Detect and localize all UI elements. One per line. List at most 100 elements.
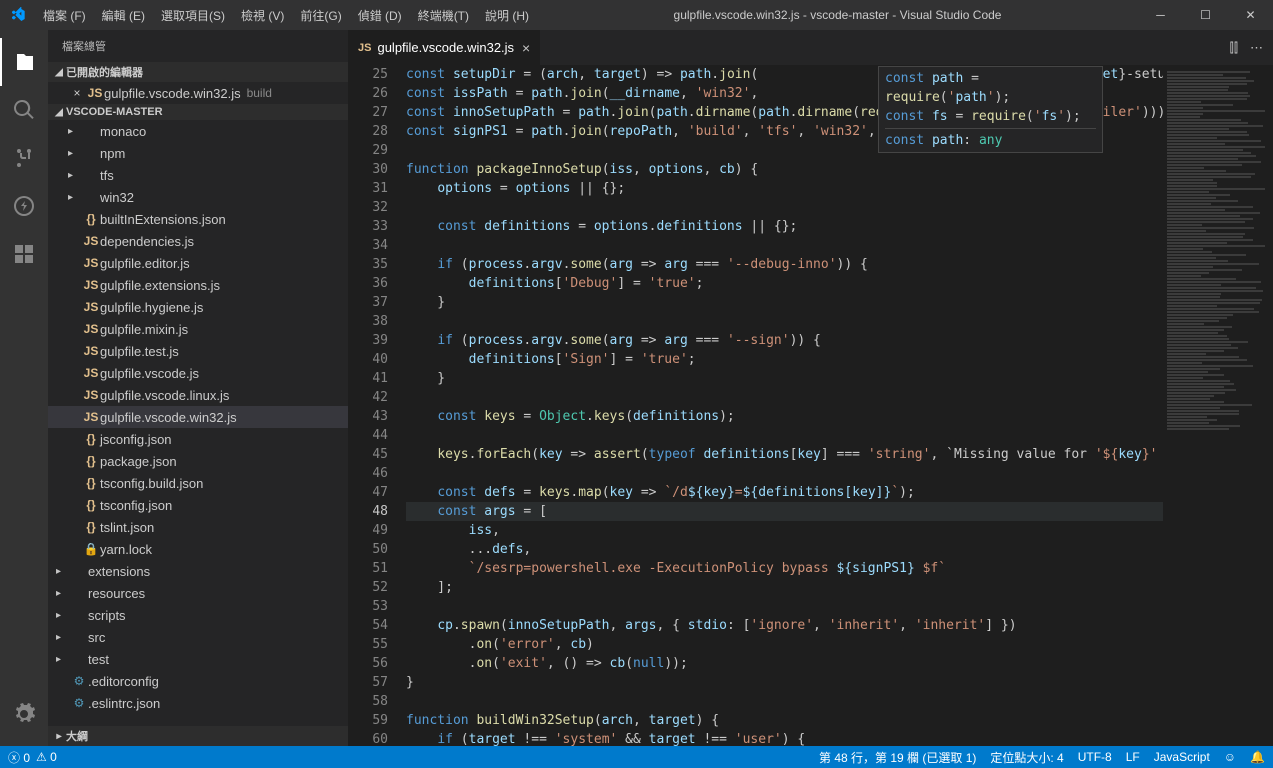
status-bar: ⓧ 0 ⚠ 0 第 48 行，第 19 欄 (已選取 1) 定位點大小: 4 U… [0, 746, 1273, 768]
menu-item[interactable]: 說明 (H) [477, 7, 537, 24]
config-file-icon: ⚙ [70, 674, 88, 688]
extensions-icon[interactable] [0, 230, 48, 278]
tree-item-label: gulpfile.test.js [100, 344, 179, 359]
tree-item[interactable]: ⚙.editorconfig [48, 670, 348, 692]
line-numbers: 2526272829303132333435363738394041424344… [348, 65, 402, 746]
tree-item[interactable]: JSgulpfile.extensions.js [48, 274, 348, 296]
tree-item-label: package.json [100, 454, 177, 469]
menu-bar: 檔案 (F)編輯 (E)選取項目(S)檢視 (V)前往(G)偵錯 (D)終端機(… [35, 7, 537, 24]
minimap[interactable] [1163, 65, 1273, 746]
explorer-icon[interactable] [0, 38, 48, 86]
tab-close-icon[interactable]: × [522, 40, 530, 56]
json-file-icon: {} [82, 454, 100, 468]
more-actions-icon[interactable]: ⋯ [1250, 40, 1263, 56]
menu-item[interactable]: 前往(G) [292, 7, 349, 24]
tree-item-label: gulpfile.editor.js [100, 256, 190, 271]
tree-item[interactable]: JSgulpfile.vscode.win32.js [48, 406, 348, 428]
menu-item[interactable]: 終端機(T) [410, 7, 477, 24]
tree-item-label: yarn.lock [100, 542, 152, 557]
encoding[interactable]: UTF-8 [1078, 750, 1112, 764]
tree-item-label: builtInExtensions.json [100, 212, 226, 227]
tree-item[interactable]: {}tsconfig.json [48, 494, 348, 516]
js-file-icon: JS [82, 388, 100, 402]
language-mode[interactable]: JavaScript [1154, 750, 1210, 764]
source-control-icon[interactable] [0, 134, 48, 182]
workspace-header[interactable]: ◢VSCODE-MASTER [48, 104, 348, 120]
window-controls: ─ ☐ ✕ [1138, 8, 1273, 22]
menu-item[interactable]: 檔案 (F) [35, 7, 94, 24]
chevron-icon: ▸ [56, 566, 70, 577]
tree-item-label: tslint.json [100, 520, 154, 535]
chevron-icon: ▸ [56, 610, 70, 621]
code-editor[interactable]: const setupDir = (arch, target) => path.… [402, 65, 1163, 746]
open-editors-header[interactable]: ◢已開啟的編輯器 [48, 62, 348, 82]
tree-item[interactable]: {}tsconfig.build.json [48, 472, 348, 494]
tree-item[interactable]: 🔒yarn.lock [48, 538, 348, 560]
file-tree: ▸monaco▸npm▸tfs▸win32{}builtInExtensions… [48, 120, 348, 726]
open-editor-item[interactable]: × JS gulpfile.vscode.win32.js build [48, 82, 348, 104]
tree-item-label: gulpfile.mixin.js [100, 322, 188, 337]
tree-item[interactable]: ▸tfs [48, 164, 348, 186]
tab-label: gulpfile.vscode.win32.js [377, 40, 514, 55]
editor-tabs: JS gulpfile.vscode.win32.js × ⫿⫿ ⋯ [348, 30, 1273, 65]
warnings-icon[interactable]: ⚠ 0 [36, 750, 57, 764]
eol[interactable]: LF [1126, 750, 1140, 764]
title-bar: 檔案 (F)編輯 (E)選取項目(S)檢視 (V)前往(G)偵錯 (D)終端機(… [0, 0, 1273, 30]
tree-item[interactable]: JSdependencies.js [48, 230, 348, 252]
tree-item[interactable]: {}builtInExtensions.json [48, 208, 348, 230]
chevron-icon: ▸ [68, 192, 82, 203]
errors-icon[interactable]: ⓧ 0 [8, 749, 30, 766]
chevron-icon: ▸ [56, 632, 70, 643]
tree-item[interactable]: JSgulpfile.test.js [48, 340, 348, 362]
editor-tab[interactable]: JS gulpfile.vscode.win32.js × [348, 30, 541, 65]
json-file-icon: {} [82, 520, 100, 534]
tree-item-label: test [88, 652, 109, 667]
tree-item-label: gulpfile.hygiene.js [100, 300, 203, 315]
tree-item[interactable]: {}tslint.json [48, 516, 348, 538]
maximize-button[interactable]: ☐ [1183, 8, 1228, 22]
tree-item[interactable]: {}package.json [48, 450, 348, 472]
chevron-icon: ▸ [68, 126, 82, 137]
tree-item[interactable]: ▸npm [48, 142, 348, 164]
menu-item[interactable]: 選取項目(S) [153, 7, 233, 24]
tree-item[interactable]: ▸win32 [48, 186, 348, 208]
tree-item-label: .eslintrc.json [88, 696, 160, 711]
tree-item[interactable]: {}jsconfig.json [48, 428, 348, 450]
menu-item[interactable]: 檢視 (V) [233, 7, 292, 24]
tree-item[interactable]: ⚙.eslintrc.json [48, 692, 348, 714]
close-icon[interactable]: × [68, 86, 86, 100]
tree-item-label: scripts [88, 608, 126, 623]
tree-item[interactable]: JSgulpfile.mixin.js [48, 318, 348, 340]
debug-icon[interactable] [0, 182, 48, 230]
cursor-position[interactable]: 第 48 行，第 19 欄 (已選取 1) [819, 749, 976, 766]
explorer-sidebar: 檔案總管 ◢已開啟的編輯器 × JS gulpfile.vscode.win32… [48, 30, 348, 746]
tree-item[interactable]: JSgulpfile.vscode.linux.js [48, 384, 348, 406]
tree-item[interactable]: ▸src [48, 626, 348, 648]
tree-item[interactable]: ▸test [48, 648, 348, 670]
feedback-icon[interactable]: ☺ [1224, 750, 1236, 764]
bell-icon[interactable]: 🔔 [1250, 750, 1265, 764]
settings-gear-icon[interactable] [0, 690, 48, 738]
tree-item[interactable]: ▸ scripts [48, 604, 348, 626]
tree-item[interactable]: ▸extensions [48, 560, 348, 582]
split-editor-icon[interactable]: ⫿⫿ [1230, 40, 1238, 56]
menu-item[interactable]: 偵錯 (D) [350, 7, 410, 24]
tree-item[interactable]: ▸resources [48, 582, 348, 604]
minimize-button[interactable]: ─ [1138, 8, 1183, 22]
tree-item-label: jsconfig.json [100, 432, 172, 447]
chevron-icon: ▸ [68, 170, 82, 181]
close-button[interactable]: ✕ [1228, 8, 1273, 22]
tree-item-label: .editorconfig [88, 674, 159, 689]
search-icon[interactable] [0, 86, 48, 134]
tree-item[interactable]: JSgulpfile.hygiene.js [48, 296, 348, 318]
js-file-icon: JS [82, 234, 100, 248]
tree-item[interactable]: JSgulpfile.editor.js [48, 252, 348, 274]
js-file-icon: JS [82, 278, 100, 292]
tree-item[interactable]: JSgulpfile.vscode.js [48, 362, 348, 384]
menu-item[interactable]: 編輯 (E) [94, 7, 153, 24]
outline-header[interactable]: ▸大綱 [48, 726, 348, 746]
activity-bar [0, 30, 48, 746]
lock-file-icon: 🔒 [82, 542, 100, 556]
indent-setting[interactable]: 定位點大小: 4 [990, 749, 1063, 766]
tree-item[interactable]: ▸monaco [48, 120, 348, 142]
